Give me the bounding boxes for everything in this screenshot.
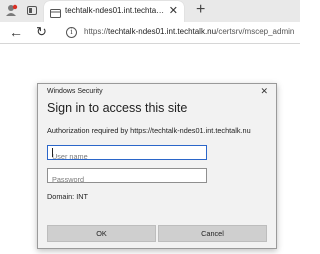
cancel-button[interactable]: Cancel — [158, 225, 267, 242]
dialog-footer: OK Cancel — [38, 214, 276, 248]
profile-avatar-icon[interactable] — [4, 3, 18, 17]
url-host: techtalk-ndes01.int.techtalk.nu — [108, 27, 217, 36]
url-path: /certsrv/mscep_admin — [216, 27, 295, 36]
refresh-icon[interactable]: ↻ — [36, 24, 47, 40]
authorization-text: Authorization required by https://techta… — [47, 126, 251, 135]
tab-close-icon[interactable]: ✕ — [169, 4, 178, 18]
dialog-caption: Windows Security — [47, 88, 103, 95]
tab-actions-icon[interactable] — [27, 6, 37, 15]
navigation-bar: ← ↻ i https://techtalk-ndes01.int.techta… — [0, 22, 300, 44]
dialog-close-icon[interactable]: ✕ — [260, 86, 268, 97]
browser-tab[interactable]: techtalk-ndes01.int.techtalk.nu/ce ✕ — [44, 1, 184, 22]
tab-bar: techtalk-ndes01.int.techtalk.nu/ce ✕ + — [0, 0, 300, 22]
text-cursor — [52, 148, 53, 157]
new-tab-icon[interactable]: + — [196, 1, 205, 19]
password-input[interactable] — [48, 173, 206, 186]
ok-button[interactable]: OK — [47, 225, 156, 242]
url-prefix: https:// — [84, 27, 109, 36]
username-field-box — [47, 145, 207, 163]
windows-security-dialog: Windows Security ✕ Sign in to access thi… — [37, 83, 277, 249]
back-arrow-icon[interactable]: ← — [9, 24, 23, 40]
dialog-title: Sign in to access this site — [47, 101, 188, 115]
tab-title: techtalk-ndes01.int.techtalk.nu/ce — [65, 6, 165, 15]
domain-label: Domain: INT — [47, 192, 88, 201]
page-favicon-icon — [50, 6, 61, 18]
address-bar[interactable]: https://techtalk-ndes01.int.techtalk.nu/… — [84, 27, 294, 36]
site-info-icon[interactable]: i — [66, 27, 77, 38]
username-input[interactable] — [48, 150, 206, 163]
password-field-box — [47, 168, 207, 186]
